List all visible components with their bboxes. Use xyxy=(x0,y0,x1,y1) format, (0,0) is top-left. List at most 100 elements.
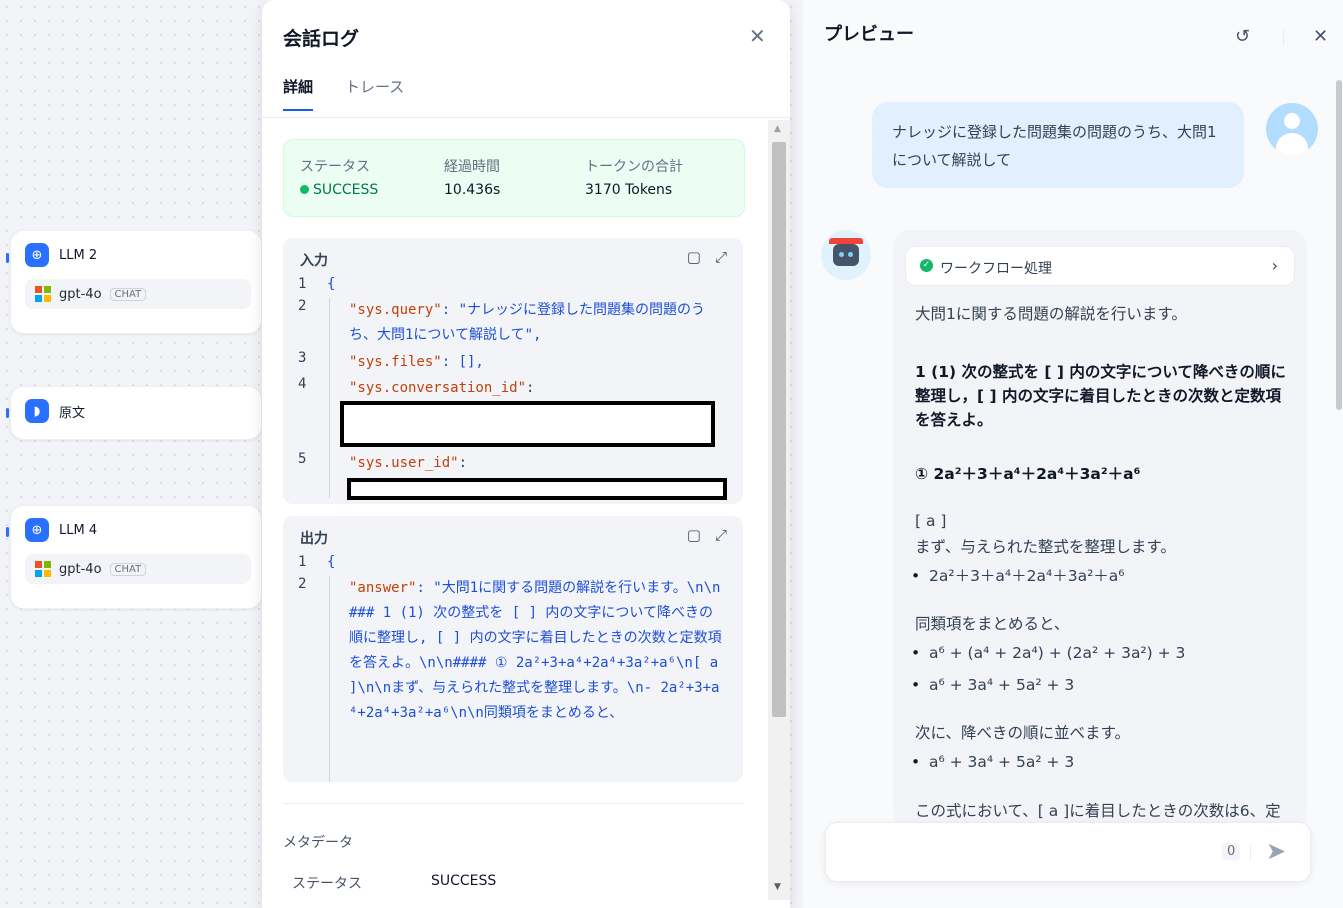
scrollbar[interactable] xyxy=(1336,80,1342,410)
answer-intro: 大問1に関する問題の解説を行います。 xyxy=(915,305,1187,323)
node-title: LLM 2 xyxy=(59,247,98,263)
model-name: gpt-4o xyxy=(59,286,102,302)
scrollbar[interactable]: ▲ ▼ xyxy=(768,120,790,900)
status-dot-icon xyxy=(300,185,309,194)
divider xyxy=(283,803,743,804)
json-key: "sys.user_id" xyxy=(349,455,459,471)
code-text: { xyxy=(327,554,336,570)
line-number: 5 xyxy=(298,451,307,467)
close-icon[interactable]: ✕ xyxy=(1313,26,1328,47)
node-title: LLM 4 xyxy=(59,522,98,538)
metadata-status-value: SUCCESS xyxy=(431,873,497,889)
workflow-toggle[interactable]: ✓ ワークフロー処理 › xyxy=(905,246,1295,286)
llm-node-2[interactable]: ⊕ LLM 2 gpt-4o CHAT xyxy=(10,230,262,334)
bot-avatar-icon xyxy=(821,230,871,280)
json-key: "sys.conversation_id" xyxy=(349,380,527,396)
text-icon: ◗ xyxy=(25,399,49,423)
source-node[interactable]: ◗ 原文 xyxy=(10,386,262,440)
tab-details[interactable]: 詳細 xyxy=(283,76,314,111)
clipboard-icon[interactable]: ▢ xyxy=(687,248,701,266)
tokens-value: 3170 Tokens xyxy=(585,182,673,198)
edge-handle[interactable] xyxy=(6,527,9,537)
output-code-box: 出力 ▢ ⤢ 1 { 2 "answer": "大問1に関する問題の解説を行います。… xyxy=(283,516,743,782)
user-avatar-icon xyxy=(1266,103,1318,155)
line-number: 2 xyxy=(298,298,307,314)
tab-bar: 詳細 トレース xyxy=(283,76,404,111)
answer-step: この式において、[ a ]に着目したときの次数は6、定 xyxy=(915,802,1281,820)
json-key: "sys.query" xyxy=(349,302,442,318)
bot-message: ✓ ワークフロー処理 › 大問1に関する問題の解説を行います。 1 (1) 次の… xyxy=(893,230,1307,830)
line-number: 2 xyxy=(298,576,307,592)
chat-tag: CHAT xyxy=(109,287,147,301)
json-value: : xyxy=(458,455,468,471)
tab-trace[interactable]: トレース xyxy=(345,76,404,111)
char-counter: 0 xyxy=(1222,843,1241,860)
llm-node-4[interactable]: ⊕ LLM 4 gpt-4o CHAT xyxy=(10,505,262,609)
metadata-title: メタデータ xyxy=(283,835,353,851)
edge-handle[interactable] xyxy=(6,408,9,418)
scroll-up-arrow-icon[interactable]: ▲ xyxy=(774,124,781,134)
code-text: { xyxy=(327,276,336,292)
close-icon[interactable]: ✕ xyxy=(749,24,766,48)
expand-icon[interactable]: ⤢ xyxy=(715,248,727,266)
answer-bullet: 2a²＋3＋a⁴＋2a⁴＋3a²＋a⁶ xyxy=(911,564,1289,588)
answer-bullet: a⁶ + (a⁴ + 2a⁴) + (2a² + 3a²) + 3 xyxy=(911,641,1289,665)
indent-guide xyxy=(329,576,330,782)
line-number: 1 xyxy=(298,276,307,292)
scroll-thumb[interactable] xyxy=(772,142,786,717)
json-value: : "大問1に関する問題の解説を行います。\n\n### 1 (1) 次の整式を… xyxy=(349,580,727,721)
elapsed-value: 10.436s xyxy=(444,182,501,198)
json-value: : xyxy=(526,380,535,396)
model-chip: gpt-4o CHAT xyxy=(25,554,251,584)
preview-title: プレビュー xyxy=(824,24,914,45)
divider xyxy=(262,117,790,118)
model-name: gpt-4o xyxy=(59,561,102,577)
input-title: 入力 xyxy=(300,253,328,269)
send-icon[interactable]: ➤ xyxy=(1266,837,1286,865)
chat-input[interactable]: 0 ➤ xyxy=(825,822,1311,882)
answer-heading: 1 (1) 次の整式を [ ] 内の文字について降べきの順に整理し，[ ] 内の… xyxy=(915,363,1286,429)
json-value: : [], xyxy=(441,354,484,370)
line-number: 1 xyxy=(298,554,307,570)
elapsed-label: 経過時間 xyxy=(444,159,500,175)
refresh-icon[interactable]: ↺ xyxy=(1235,26,1250,47)
input-code-box: 入力 ▢ ⤢ 1{ 2 "sys.query": "ナレッジに登録した問題集の問題… xyxy=(283,238,743,504)
microsoft-logo-icon xyxy=(35,286,51,302)
edge-handle[interactable] xyxy=(6,253,9,263)
chevron-right-icon: › xyxy=(1271,256,1278,275)
llm-icon: ⊕ xyxy=(25,243,49,267)
scroll-down-arrow-icon[interactable]: ▼ xyxy=(774,882,781,892)
clipboard-icon[interactable]: ▢ xyxy=(687,526,701,544)
divider xyxy=(1283,28,1284,46)
panel-title: 会話ログ xyxy=(283,28,360,50)
metadata-status-label: ステータス xyxy=(292,876,362,892)
answer-expression: ① 2a²＋3＋a⁴＋2a⁴＋3a²＋a⁶ xyxy=(915,465,1141,483)
node-title: 原文 xyxy=(59,405,86,421)
redaction-box xyxy=(347,478,727,500)
output-title: 出力 xyxy=(300,531,328,547)
status-value: SUCCESS xyxy=(313,182,379,198)
redaction-box xyxy=(340,401,715,447)
chat-tag: CHAT xyxy=(109,562,147,576)
expand-icon[interactable]: ⤢ xyxy=(715,526,727,544)
json-key: "sys.files" xyxy=(349,354,442,370)
user-message: ナレッジに登録した問題集の問題のうち、大問1について解説して xyxy=(872,102,1244,188)
indent-guide xyxy=(329,298,330,498)
answer-step: 次に、降べきの順に並べます。 xyxy=(915,724,1130,742)
workflow-label: ワークフロー処理 xyxy=(940,261,1052,277)
answer-step: まず、与えられた整式を整理します。 xyxy=(915,538,1176,556)
json-key: "answer" xyxy=(349,580,417,596)
answer-bullet: a⁶ + 3a⁴ + 5a² + 3 xyxy=(911,750,1289,774)
line-number: 4 xyxy=(298,376,307,392)
conversation-log-panel: 会話ログ ✕ 詳細 トレース ステータス SUCCESS 経過時間 10.436… xyxy=(262,0,790,908)
llm-icon: ⊕ xyxy=(25,518,49,542)
line-number: 3 xyxy=(298,350,307,366)
answer-bullet: a⁶ + 3a⁴ + 5a² + 3 xyxy=(911,673,1289,697)
model-chip: gpt-4o CHAT xyxy=(25,279,251,309)
microsoft-logo-icon xyxy=(35,561,51,577)
tokens-label: トークンの合計 xyxy=(585,159,683,175)
status-card: ステータス SUCCESS 経過時間 10.436s トークンの合計 3170 … xyxy=(283,139,745,217)
preview-panel: プレビュー ↺ ✕ ナレッジに登録した問題集の問題のうち、大問1について解説して… xyxy=(803,0,1343,908)
answer-variable: [ a ] xyxy=(915,512,947,530)
check-circle-icon: ✓ xyxy=(920,259,933,272)
